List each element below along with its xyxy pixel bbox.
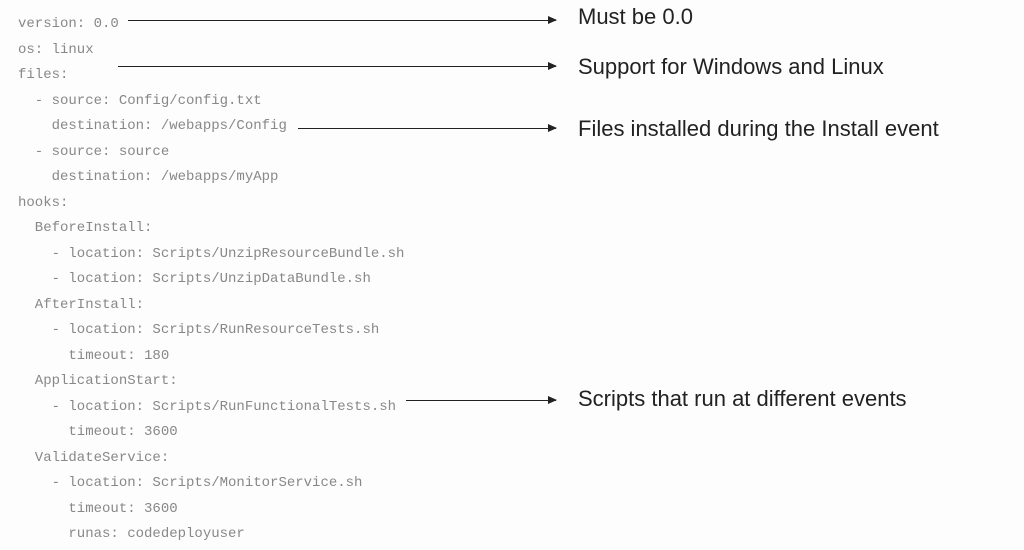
appspec-code-block: version: 0.0 os: linux files: - source: … — [18, 12, 404, 548]
arrow-icon — [128, 20, 556, 21]
arrow-icon — [118, 66, 556, 67]
arrow-icon — [298, 128, 556, 129]
annotation-hooks: Scripts that run at different events — [578, 386, 907, 412]
annotation-files: Files installed during the Install event — [578, 116, 939, 142]
annotation-version: Must be 0.0 — [578, 4, 693, 30]
arrow-icon — [406, 400, 556, 401]
annotation-os: Support for Windows and Linux — [578, 54, 884, 80]
